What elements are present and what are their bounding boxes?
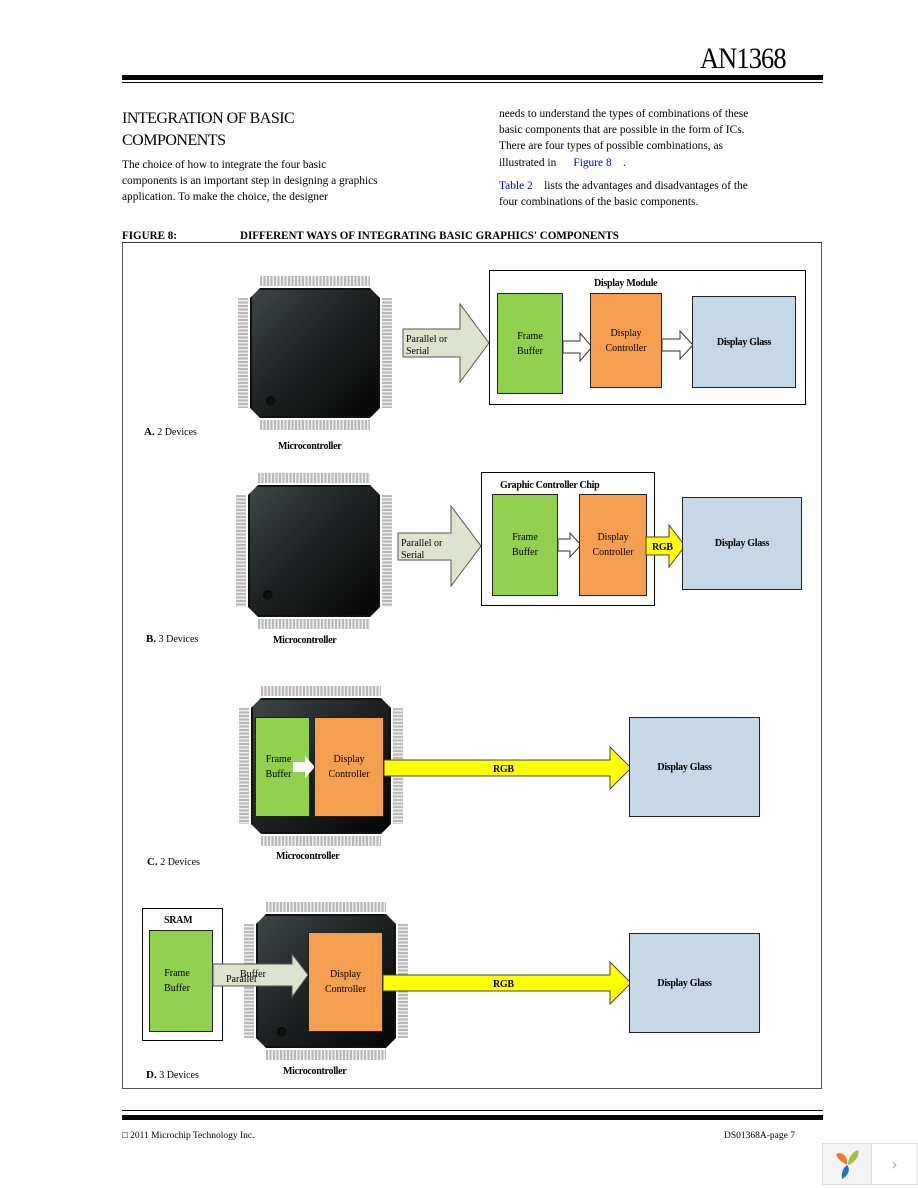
table-2-link[interactable]: Table 2 — [499, 180, 533, 192]
frame-buffer-block: Frame Buffer — [492, 494, 558, 596]
section-heading: INTEGRATION OF BASIC COMPONENTS — [122, 110, 295, 149]
sram-title: SRAM — [164, 915, 193, 926]
section-label: D. 3 Devices — [146, 1069, 199, 1081]
copyright-text: □ 2011 Microchip Technology Inc. — [122, 1131, 255, 1141]
display-glass-block: Display Glass — [629, 717, 760, 817]
footer-rule-thick — [122, 1115, 823, 1120]
section-label: C. 2 Devices — [147, 856, 200, 868]
display-glass-block: Display Glass — [692, 296, 796, 388]
chevron-right-icon[interactable]: › — [872, 1144, 917, 1184]
viewer-controls: › — [822, 1143, 918, 1185]
footer-rule-thin — [122, 1110, 823, 1111]
display-glass-block: Display Glass — [682, 497, 802, 590]
display-controller-block: Display Controller — [579, 494, 647, 596]
module-title: Graphic Controller Chip — [500, 480, 600, 491]
display-glass-block: Display Glass — [629, 933, 760, 1033]
header-rule-thick — [122, 75, 823, 80]
chip-caption: Microcontroller — [283, 1066, 347, 1077]
figure-label: FIGURE 8: — [122, 228, 177, 242]
figure-8-link[interactable]: Figure 8 — [573, 157, 611, 169]
display-controller-block: Display Controller — [590, 293, 662, 388]
microcontroller-chip — [236, 473, 392, 629]
right-paragraph-2: Table 2 lists the advantages and disadva… — [499, 180, 748, 209]
module-title: Display Module — [594, 278, 658, 289]
section-label: A. 2 Devices — [144, 426, 197, 438]
rgb-label: RGB — [493, 979, 514, 990]
bus-label: Parallel or Serial — [406, 334, 448, 357]
rgb-label: RGB — [493, 764, 514, 775]
frame-buffer-block: Frame Buffer — [497, 293, 563, 394]
chip-caption: Microcontroller — [278, 441, 342, 452]
microcontroller-chip — [238, 276, 392, 430]
chip-caption: Microcontroller — [273, 635, 337, 646]
document-id: AN1368 — [700, 42, 787, 75]
right-paragraph-1: needs to understand the types of combina… — [499, 108, 749, 169]
rgb-label: RGB — [652, 542, 673, 553]
figure-title: DIFFERENT WAYS OF INTEGRATING BASIC GRAP… — [240, 228, 619, 242]
bus-overlap-label: Buffer — [240, 969, 266, 980]
yii-logo-icon[interactable] — [823, 1144, 872, 1184]
hollow-arrow — [661, 330, 694, 360]
chip-caption: Microcontroller — [276, 851, 340, 862]
white-arrow — [293, 756, 315, 778]
bus-label: Parallel or Serial — [401, 538, 443, 561]
header-rule-thin — [122, 82, 823, 83]
section-label: B. 3 Devices — [146, 633, 199, 645]
display-controller-block: Display Controller — [308, 932, 383, 1032]
left-paragraph: The choice of how to integrate the four … — [122, 159, 378, 204]
page-number: DS01368A-page 7 — [724, 1131, 795, 1141]
display-controller-block: Display Controller — [314, 717, 384, 817]
frame-buffer-block: Frame Buffer — [149, 930, 213, 1032]
